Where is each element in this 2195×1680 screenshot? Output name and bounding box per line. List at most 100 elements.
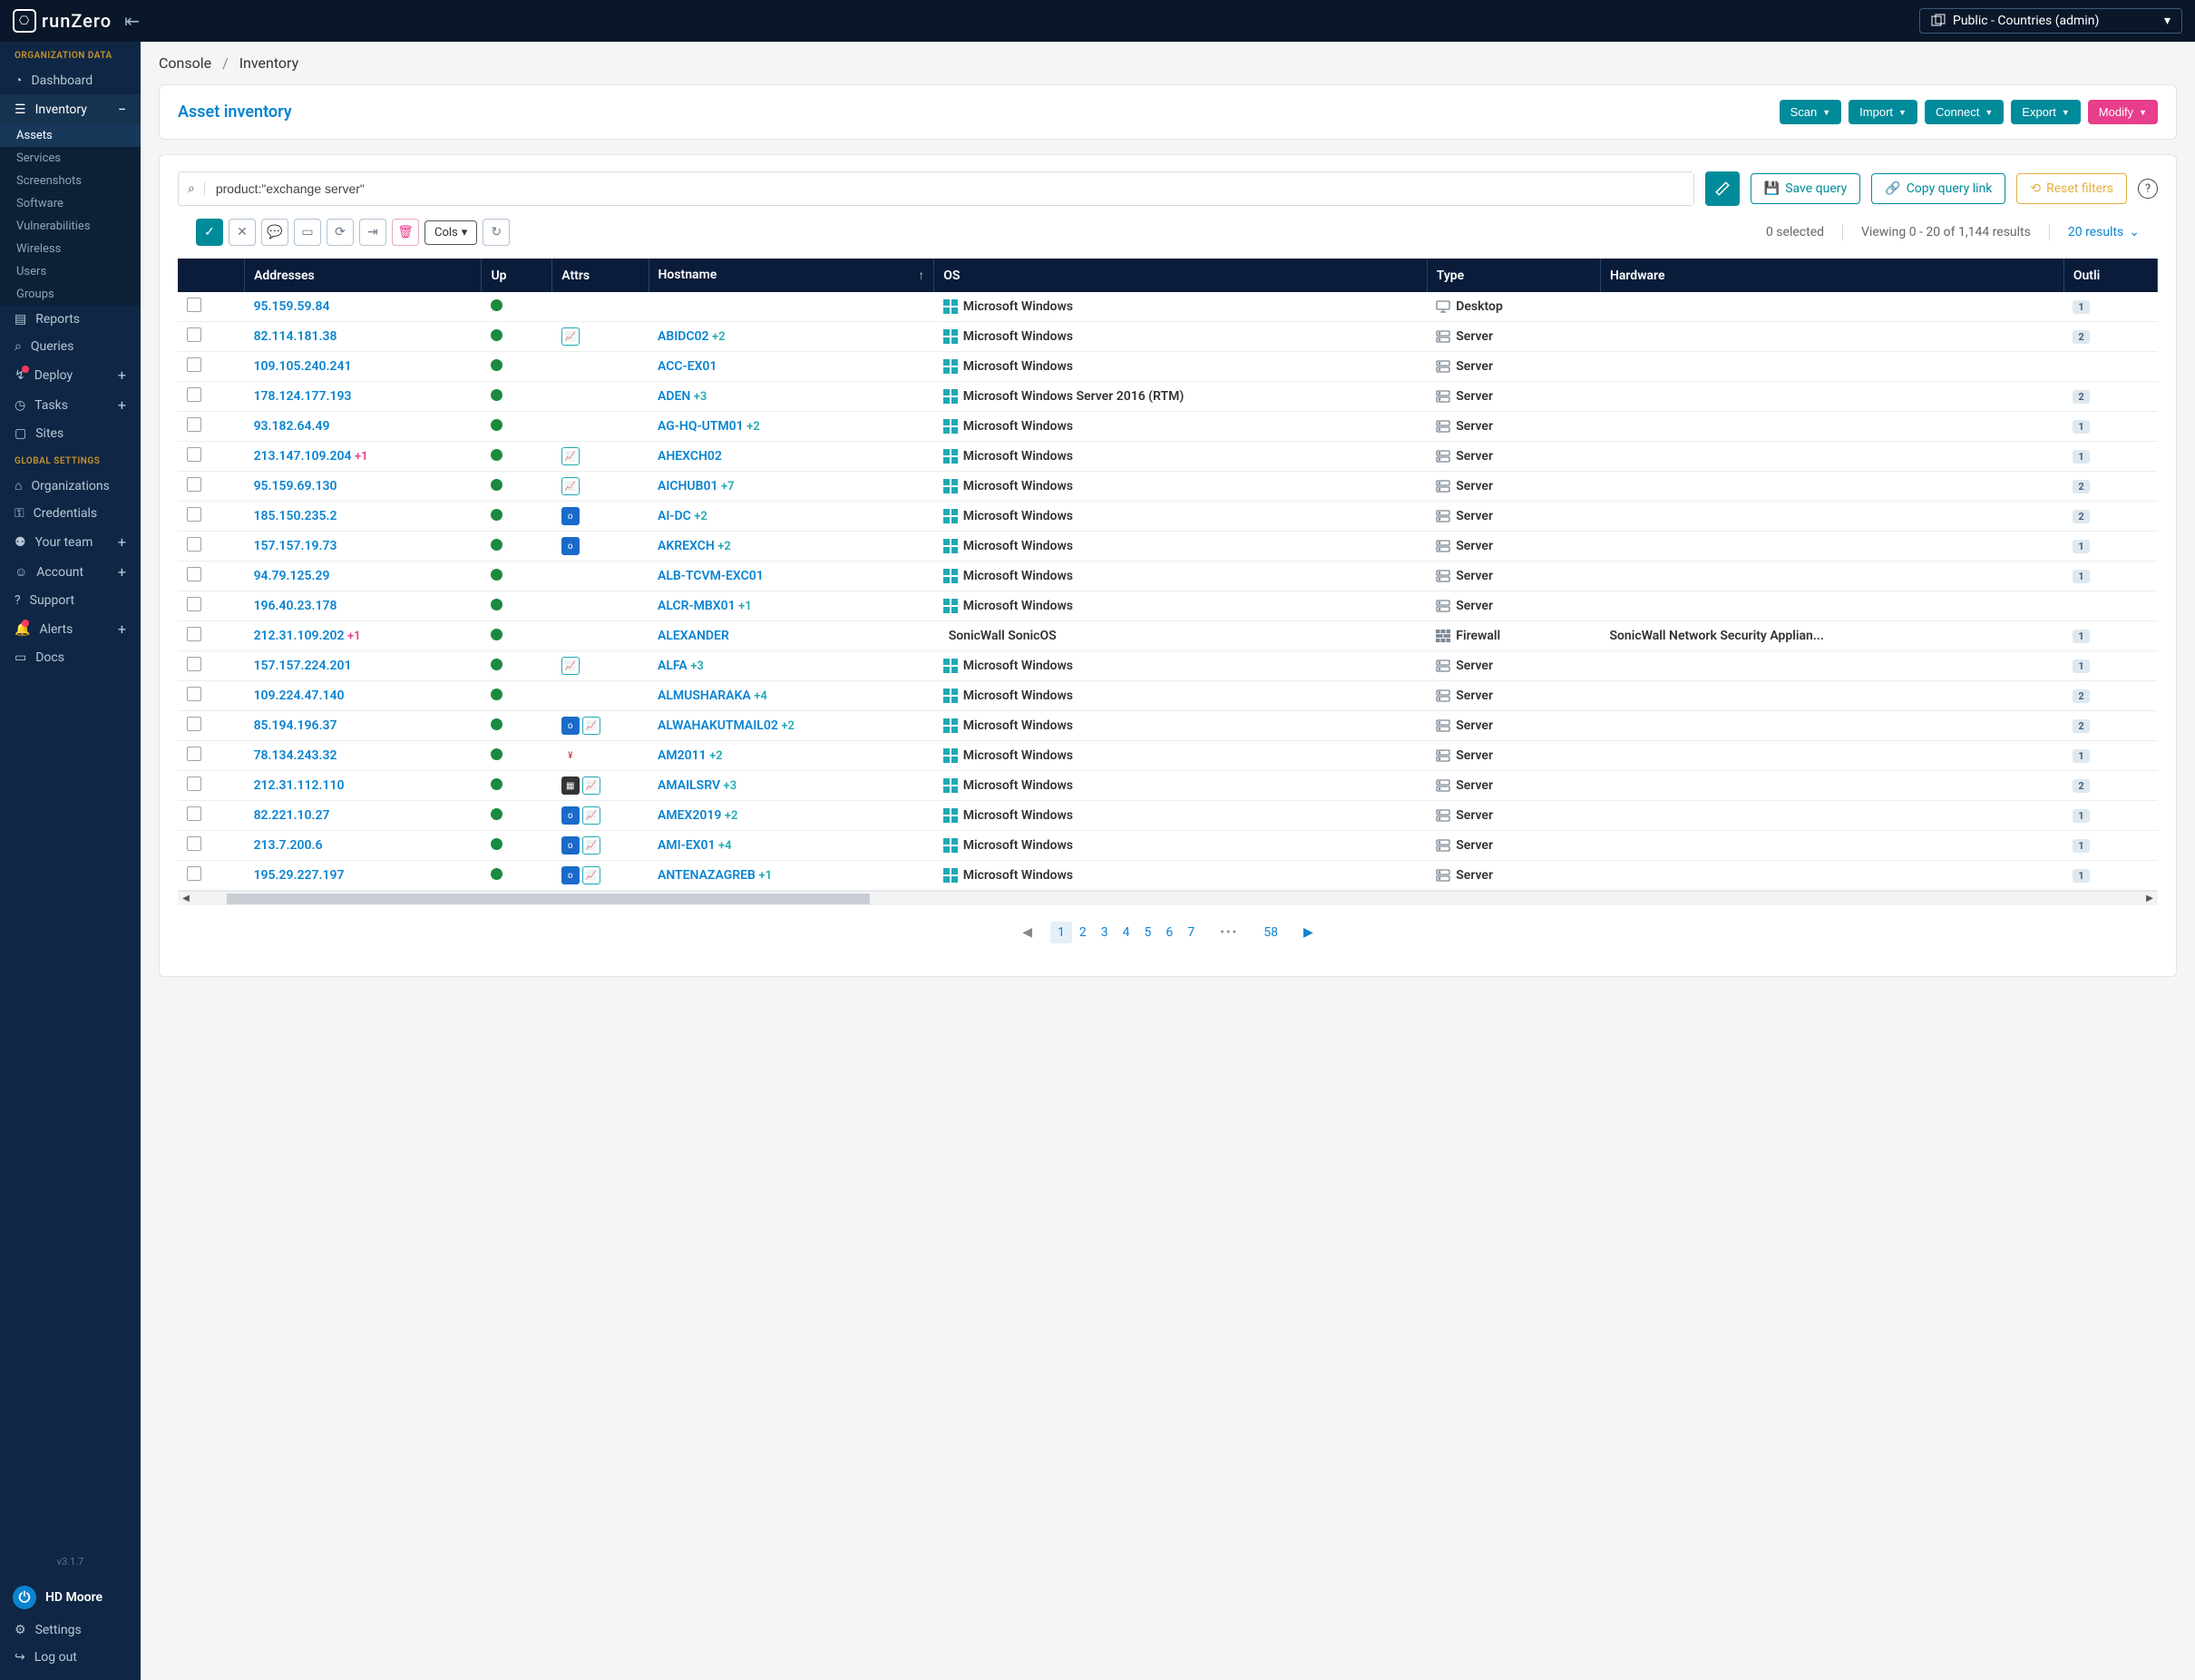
address-link[interactable]: 185.150.235.2 xyxy=(254,509,337,523)
row-checkbox[interactable] xyxy=(187,477,201,492)
hostname-link[interactable]: AICHUB01 xyxy=(658,479,718,493)
row-checkbox[interactable] xyxy=(187,447,201,462)
sidebar-item-inventory[interactable]: ☰ Inventory − xyxy=(0,94,141,124)
address-link[interactable]: 196.40.23.178 xyxy=(254,599,337,613)
sidebar-sub-vulnerabilities[interactable]: Vulnerabilities xyxy=(0,215,141,238)
sidebar-sub-groups[interactable]: Groups xyxy=(0,283,141,306)
table-row[interactable]: 212.31.109.202 +1ALEXANDERSonicWall Soni… xyxy=(178,621,2158,651)
table-row[interactable]: 157.157.224.201📈ALFA +3Microsoft Windows… xyxy=(178,651,2158,681)
sidebar-sub-screenshots[interactable]: Screenshots xyxy=(0,170,141,192)
merge-button[interactable]: ⇥ xyxy=(359,219,386,246)
page-number[interactable]: 1 xyxy=(1050,922,1072,943)
table-row[interactable]: 213.147.109.204 +1📈AHEXCH02Microsoft Win… xyxy=(178,442,2158,472)
sidebar-item-account[interactable]: ☺ Account + xyxy=(0,557,141,587)
sidebar-item-dashboard[interactable]: ◔ Dashboard xyxy=(0,66,141,94)
sidebar-sub-software[interactable]: Software xyxy=(0,192,141,215)
row-checkbox[interactable] xyxy=(187,717,201,731)
address-link[interactable]: 212.31.112.110 xyxy=(254,778,345,793)
sidebar-sub-users[interactable]: Users xyxy=(0,260,141,283)
row-checkbox[interactable] xyxy=(187,327,201,342)
hostname-link[interactable]: ADEN xyxy=(658,389,690,404)
columns-button[interactable]: Cols▾ xyxy=(424,220,477,245)
row-checkbox[interactable] xyxy=(187,567,201,581)
address-link[interactable]: 85.194.196.37 xyxy=(254,718,337,733)
import-button[interactable]: Import▼ xyxy=(1849,100,1917,124)
hostname-link[interactable]: ALMUSHARAKA xyxy=(658,689,751,703)
sidebar-item-reports[interactable]: ▤ Reports xyxy=(0,306,141,333)
hostname-link[interactable]: ANTENAZAGREB xyxy=(658,868,756,883)
address-link[interactable]: 213.7.200.6 xyxy=(254,838,323,853)
hostname-link[interactable]: AM2011 xyxy=(658,748,707,763)
table-row[interactable]: 109.105.240.241ACC-EX01Microsoft Windows… xyxy=(178,352,2158,382)
refresh-button[interactable]: ↻ xyxy=(483,219,510,246)
clear-selection-button[interactable]: ✕ xyxy=(229,219,256,246)
scroll-right-icon[interactable]: ▶ xyxy=(2141,892,2158,906)
page-number[interactable]: 2 xyxy=(1072,922,1094,943)
address-link[interactable]: 93.182.64.49 xyxy=(254,419,330,434)
table-row[interactable]: 185.150.235.2oAI-DC +2Microsoft WindowsS… xyxy=(178,502,2158,532)
row-checkbox[interactable] xyxy=(187,507,201,522)
hostname-link[interactable]: AMAILSRV xyxy=(658,778,720,793)
address-link[interactable]: 157.157.224.201 xyxy=(254,659,352,673)
sidebar-item-alerts[interactable]: 🔔 Alerts + xyxy=(0,614,141,644)
row-checkbox[interactable] xyxy=(187,687,201,701)
page-number[interactable]: 4 xyxy=(1116,922,1137,943)
sidebar-sub-wireless[interactable]: Wireless xyxy=(0,238,141,260)
address-link[interactable]: 82.114.181.38 xyxy=(254,329,337,344)
scrollbar-handle[interactable] xyxy=(227,894,870,904)
hostname-link[interactable]: AKREXCH xyxy=(658,539,715,553)
row-checkbox[interactable] xyxy=(187,627,201,641)
hostname-link[interactable]: AHEXCH02 xyxy=(658,449,722,464)
table-row[interactable]: 94.79.125.29ALB-TCVM-EXC01Microsoft Wind… xyxy=(178,562,2158,591)
brand-logo[interactable]: ⎔ runZero xyxy=(13,9,112,33)
connect-button[interactable]: Connect▼ xyxy=(1925,100,2004,124)
row-checkbox[interactable] xyxy=(187,657,201,671)
address-link[interactable]: 195.29.227.197 xyxy=(254,868,345,883)
table-row[interactable]: 195.29.227.197o📈ANTENAZAGREB +1Microsoft… xyxy=(178,861,2158,891)
search-input[interactable] xyxy=(205,172,1693,205)
address-link[interactable]: 82.221.10.27 xyxy=(254,808,330,823)
row-checkbox[interactable] xyxy=(187,836,201,851)
delete-button[interactable]: 🗑 xyxy=(392,219,419,246)
address-link[interactable]: 157.157.19.73 xyxy=(254,539,337,553)
col-type[interactable]: Type xyxy=(1427,259,1600,292)
hostname-link[interactable]: ALCR-MBX01 xyxy=(658,599,736,613)
reset-filters-button[interactable]: ⟲ Reset filters xyxy=(2016,173,2127,204)
sidebar-item-tasks[interactable]: ◷ Tasks + xyxy=(0,390,141,420)
row-checkbox[interactable] xyxy=(187,298,201,312)
export-button[interactable]: Export▼ xyxy=(2011,100,2081,124)
address-link[interactable]: 213.147.109.204 xyxy=(254,449,352,464)
sidebar-item-organizations[interactable]: ⌂ Organizations xyxy=(0,472,141,500)
col-addresses[interactable]: Addresses xyxy=(245,259,482,292)
save-query-button[interactable]: 💾 Save query xyxy=(1751,173,1860,204)
sidebar-item-credentials[interactable]: ⚿ Credentials xyxy=(0,500,141,527)
row-checkbox[interactable] xyxy=(187,777,201,791)
edit-query-button[interactable] xyxy=(1705,171,1740,206)
row-checkbox[interactable] xyxy=(187,387,201,402)
sidebar-item-logout[interactable]: ↪ Log out xyxy=(0,1644,141,1671)
hostname-link[interactable]: AMEX2019 xyxy=(658,808,721,823)
row-checkbox[interactable] xyxy=(187,747,201,761)
col-os[interactable]: OS xyxy=(934,259,1428,292)
row-checkbox[interactable] xyxy=(187,866,201,881)
results-count-dropdown[interactable]: 20 results ⌄ xyxy=(2068,225,2140,239)
sidebar-item-team[interactable]: ⚉ Your team + xyxy=(0,527,141,557)
hostname-link[interactable]: ABIDC02 xyxy=(658,329,709,344)
hostname-link[interactable]: AMI-EX01 xyxy=(658,838,716,853)
hostname-link[interactable]: ALB-TCVM-EXC01 xyxy=(658,569,764,583)
page-number[interactable]: 5 xyxy=(1137,922,1158,943)
tag-button[interactable]: ▭ xyxy=(294,219,321,246)
col-outliers[interactable]: Outli xyxy=(2063,259,2157,292)
page-last[interactable]: 58 xyxy=(1256,922,1285,943)
sidebar-item-queries[interactable]: ⌕ Queries xyxy=(0,333,141,360)
sidebar-item-settings[interactable]: ⚙ Settings xyxy=(0,1617,141,1644)
sidebar-sub-services[interactable]: Services xyxy=(0,147,141,170)
scan-button[interactable]: Scan▼ xyxy=(1780,100,1842,124)
table-row[interactable]: 85.194.196.37o📈ALWAHAKUTMAIL02 +2Microso… xyxy=(178,711,2158,741)
hostname-link[interactable]: ACC-EX01 xyxy=(658,359,717,374)
hostname-link[interactable]: AI-DC xyxy=(658,509,691,523)
table-row[interactable]: 95.159.59.84Microsoft WindowsDesktop1 xyxy=(178,292,2158,322)
hostname-link[interactable]: ALEXANDER xyxy=(658,629,729,643)
scroll-left-icon[interactable]: ◀ xyxy=(178,892,194,906)
table-row[interactable]: 93.182.64.49AG-HQ-UTM01 +2Microsoft Wind… xyxy=(178,412,2158,442)
